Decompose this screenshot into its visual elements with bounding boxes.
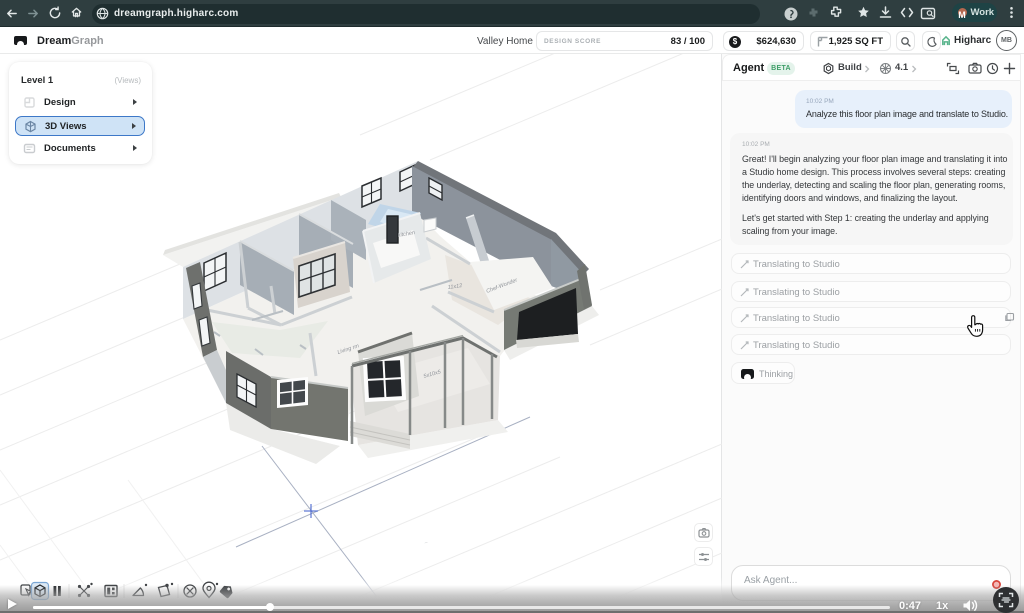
svg-text:~: ~ bbox=[424, 540, 430, 547]
